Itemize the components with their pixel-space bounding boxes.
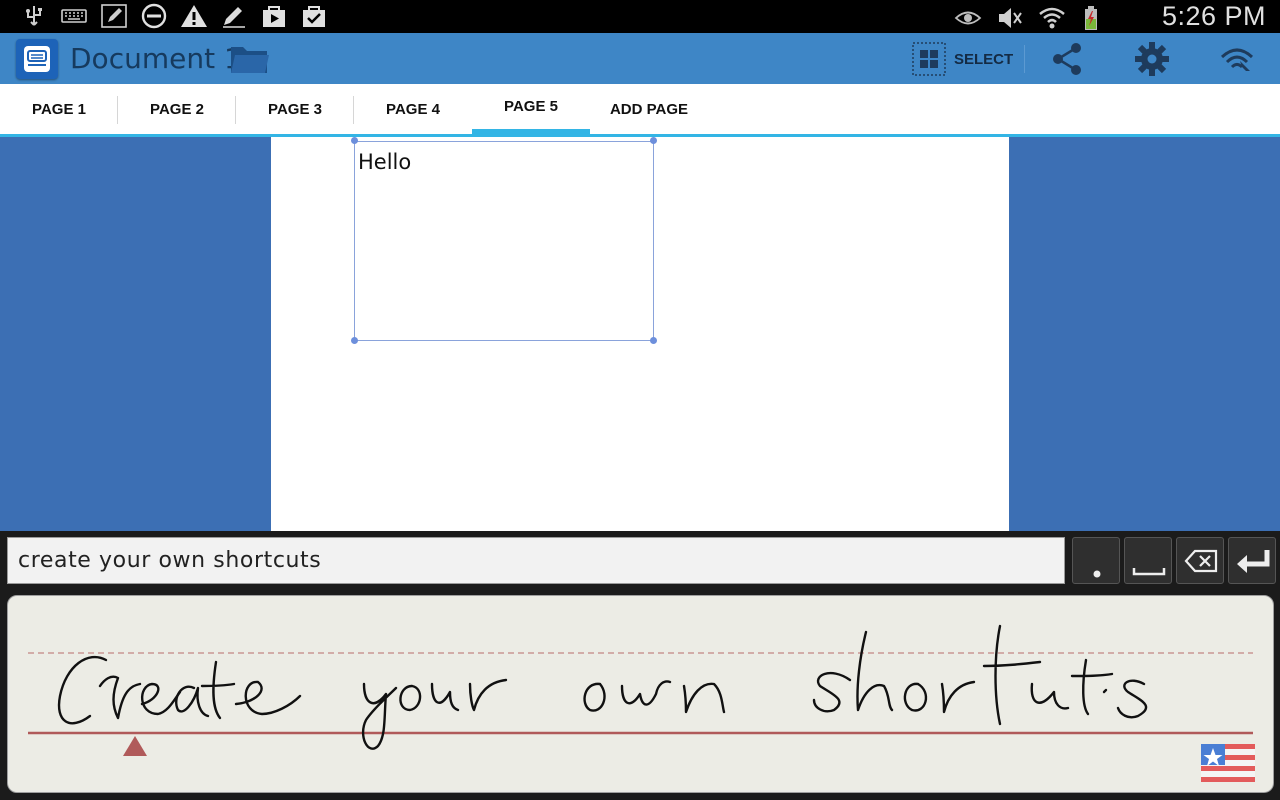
recognized-text: create your own shortcuts — [18, 548, 322, 573]
page-tab-bar: PAGE 1 PAGE 2 PAGE 3 PAGE 4 PAGE 5 ADD P… — [0, 84, 1280, 137]
handwriting-keyboard: create your own shortcuts — [0, 531, 1280, 800]
status-bar-notifications — [20, 3, 328, 29]
usb-icon — [26, 6, 42, 26]
resize-handle-top-right[interactable] — [650, 137, 657, 144]
wifi-icon — [1039, 7, 1065, 29]
document-workspace: Hello — [0, 137, 1280, 531]
folder-open-icon[interactable] — [229, 43, 271, 75]
tab-page-3[interactable]: PAGE 3 — [236, 84, 354, 134]
app-logo-icon[interactable] — [16, 39, 58, 79]
enter-icon — [1237, 550, 1270, 573]
wifi-direct-icon[interactable] — [1218, 41, 1256, 77]
document-title[interactable]: Document 1 — [70, 42, 242, 75]
status-bar-system — [954, 5, 1108, 31]
language-flag-icon[interactable] — [1201, 744, 1255, 782]
handwriting-strokes — [28, 624, 1253, 756]
resize-handle-bottom-left[interactable] — [351, 337, 358, 344]
pencil-icon — [223, 7, 245, 28]
task-check-icon — [303, 6, 325, 27]
tab-page-5[interactable]: PAGE 5 — [472, 84, 590, 134]
mute-icon — [999, 8, 1022, 28]
resize-handle-top-left[interactable] — [351, 137, 358, 144]
pen-edit-icon — [101, 4, 127, 28]
status-bar: 5:26 PM — [0, 0, 1280, 33]
share-icon[interactable] — [1049, 41, 1085, 77]
status-bar-clock: 5:26 PM — [1161, 1, 1266, 31]
play-store-icon — [263, 6, 285, 27]
select-button[interactable]: SELECT — [912, 41, 1013, 77]
resize-handle-bottom-right[interactable] — [650, 337, 657, 344]
space-key[interactable] — [1124, 537, 1172, 584]
recognized-text-field[interactable]: create your own shortcuts — [7, 537, 1065, 584]
gear-icon[interactable] — [1134, 41, 1170, 77]
action-bar-divider — [1024, 45, 1025, 73]
select-label: SELECT — [954, 50, 1014, 68]
enter-key[interactable] — [1228, 537, 1276, 584]
document-page[interactable]: Hello — [271, 137, 1009, 531]
period-key[interactable] — [1072, 537, 1120, 584]
handwriting-pad[interactable] — [7, 595, 1274, 793]
backspace-key[interactable] — [1176, 537, 1224, 584]
tab-page-4[interactable]: PAGE 4 — [354, 84, 472, 134]
eye-icon — [954, 11, 982, 25]
period-icon — [1093, 570, 1101, 578]
space-icon — [1132, 568, 1166, 576]
select-grid-icon — [912, 42, 946, 76]
text-box[interactable]: Hello — [354, 141, 654, 341]
text-box-content[interactable]: Hello — [358, 150, 411, 174]
battery-charging-icon — [1085, 6, 1097, 30]
tab-page-2[interactable]: PAGE 2 — [118, 84, 236, 134]
keyboard-icon — [61, 9, 87, 23]
do-not-disturb-icon — [141, 3, 167, 29]
warning-icon — [181, 5, 207, 27]
app-action-bar: Document 1 SELECT — [0, 33, 1280, 84]
tab-page-1[interactable]: PAGE 1 — [0, 84, 118, 134]
backspace-icon — [1184, 549, 1218, 573]
tab-add-page[interactable]: ADD PAGE — [590, 84, 708, 134]
cursor-marker-icon — [123, 736, 147, 756]
